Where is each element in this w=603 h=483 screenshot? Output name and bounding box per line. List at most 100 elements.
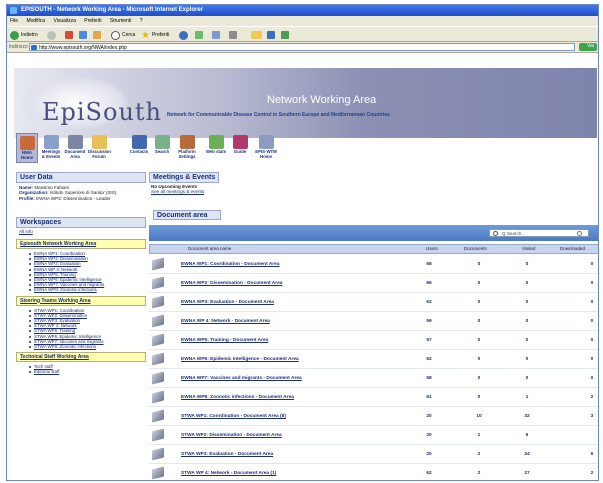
document-area-link[interactable]: EWNA WP 4: Network - Document Area xyxy=(181,319,270,324)
document-table-header: Document area name Users Documents Visit… xyxy=(149,244,598,254)
document-area-link[interactable]: EWNA WP3: Evaluation - Document Area xyxy=(181,300,274,305)
users-count: 20 xyxy=(426,433,432,438)
workspaces-heading: Workspaces xyxy=(16,216,146,228)
document-folder-icon xyxy=(152,314,164,328)
documents-count: 10 xyxy=(476,414,482,419)
downloaded-count: 6 xyxy=(590,452,594,457)
users-count: 20 xyxy=(426,414,432,419)
tool-button-2[interactable] xyxy=(267,30,275,40)
nav-platform-settings[interactable]: Platform Settings xyxy=(176,133,198,163)
tool-button-3[interactable] xyxy=(281,30,289,40)
document-folder-icon xyxy=(152,333,164,347)
forward-button[interactable] xyxy=(47,30,56,40)
search-placeholder: Q Search... xyxy=(502,231,526,236)
document-area-link[interactable]: EWNA WP8: Zoonotic infections - Document… xyxy=(181,395,294,400)
web-page: EpiSouth Network Working Area Network fo… xyxy=(7,54,598,480)
document-area-link[interactable]: EWNA WP7: Vaccines and migrants - Docume… xyxy=(181,376,302,381)
table-row: EWNA WP8: Zoonotic infections - Document… xyxy=(149,389,598,407)
group-episouth-network[interactable]: Episouth Network Working Area xyxy=(16,238,146,249)
see-all-meetings-link[interactable]: See all meetings & events xyxy=(151,189,204,194)
document-area-link[interactable]: STWA WP 4: Network - Document Area (1) xyxy=(181,471,276,476)
documents-count: 1 xyxy=(477,433,481,438)
menu-modifica[interactable]: Modifica xyxy=(26,18,45,24)
go-button[interactable]: Vai xyxy=(579,43,597,51)
history-icon xyxy=(195,31,203,39)
history-button[interactable] xyxy=(195,30,203,40)
stop-button[interactable] xyxy=(65,30,73,40)
document-area-link[interactable]: STWA WP2: Dissemination - Document Area xyxy=(181,433,282,438)
print-button[interactable] xyxy=(229,30,237,40)
nav-meetings-events[interactable]: Meetings & Events xyxy=(40,133,62,163)
nav-document-area[interactable]: Document Area xyxy=(64,133,86,163)
document-area-link[interactable]: STWA WP3: Evaluation - Document Area xyxy=(181,452,273,457)
clear-search-icon[interactable] xyxy=(577,231,582,236)
downloaded-count: 0 xyxy=(590,300,594,305)
users-count: 66 xyxy=(426,281,432,286)
users-count: 58 xyxy=(426,376,432,381)
nav-label: Web stats xyxy=(205,149,227,154)
search-label: Cerca xyxy=(122,32,136,38)
back-arrow-icon xyxy=(10,30,19,40)
visited-count: 0 xyxy=(525,338,529,343)
back-label: Indietro xyxy=(21,32,38,38)
media-button[interactable] xyxy=(179,30,188,40)
stats-icon xyxy=(208,135,224,149)
back-button[interactable]: Indietro xyxy=(10,30,38,40)
group-technical-staff[interactable]: Technical Staff Working Area xyxy=(16,352,146,363)
mail-button[interactable] xyxy=(212,30,220,40)
downloaded-count: 2 xyxy=(590,471,594,476)
users-count: 20 xyxy=(426,452,432,457)
menu-strumenti[interactable]: Strumenti xyxy=(110,18,131,24)
refresh-button[interactable] xyxy=(79,30,87,40)
folder-button[interactable] xyxy=(251,30,262,40)
nav-search[interactable]: Search xyxy=(151,133,173,163)
col-document-area-name[interactable]: Document area name xyxy=(188,246,231,251)
col-documents[interactable]: Documents xyxy=(464,246,487,251)
document-area-link[interactable]: EWNA WP5: Training - Document Area xyxy=(181,338,268,343)
search-button[interactable]: Cerca xyxy=(111,30,135,40)
col-users[interactable]: Users xyxy=(426,246,438,251)
menu-help[interactable]: ? xyxy=(140,18,143,24)
visited-count: 0 xyxy=(525,281,529,286)
go-label: Vai xyxy=(587,43,594,49)
nav-label: Guide xyxy=(233,149,247,154)
workspace-link[interactable]: EWNA WP8: Zoonotic infections xyxy=(29,287,146,292)
star-icon: ★ xyxy=(141,29,150,41)
all-info-link[interactable]: All info xyxy=(16,228,146,235)
nav-web-stats[interactable]: Web stats xyxy=(205,133,227,163)
document-folder-icon xyxy=(152,352,164,366)
document-area-link[interactable]: EWNA WP1: Coordination - Document Area xyxy=(181,262,280,267)
visited-count: 0 xyxy=(525,262,529,267)
downloaded-count: 0 xyxy=(590,338,594,343)
meetings-info: No Upcoming Events See all meetings & ev… xyxy=(149,183,598,196)
menu-visualizza[interactable]: Visualizza xyxy=(53,18,75,24)
menu-file[interactable]: File xyxy=(10,18,18,24)
document-search-input[interactable]: Q Search... xyxy=(489,229,589,237)
home-button[interactable] xyxy=(93,30,101,40)
meetings-icon xyxy=(43,135,59,149)
users-count: 61 xyxy=(426,395,432,400)
nav-discussion-forum[interactable]: Discussion Forum xyxy=(88,133,111,163)
col-visited[interactable]: Visited xyxy=(522,246,535,251)
visited-count: 24 xyxy=(524,452,530,457)
favorites-button[interactable]: ★ Preferiti xyxy=(141,29,169,41)
document-folder-icon xyxy=(152,466,164,480)
workspace-link[interactable]: STWA WP8: Zoonotic infections xyxy=(29,344,146,349)
nav-nwa-home[interactable]: NWA Home xyxy=(16,133,38,163)
media-icon xyxy=(179,30,188,40)
nav-epis-wtm-home[interactable]: EPIS-WTM Home xyxy=(253,133,279,163)
document-area-link[interactable]: EWNA WP6: Epidemic Intelligence - Docume… xyxy=(181,357,299,362)
menu-preferiti[interactable]: Preferiti xyxy=(84,18,101,24)
nav-label: EPIS-WTM Home xyxy=(255,149,277,159)
col-downloaded[interactable]: Downloaded xyxy=(560,246,585,251)
forward-arrow-icon xyxy=(47,30,56,40)
group-steering-teams[interactable]: Steering Teams Working Area xyxy=(16,295,146,306)
document-area-link[interactable]: EWNA WP2: Dissemination - Document Area xyxy=(181,281,282,286)
nav-contacts[interactable]: Contacts xyxy=(128,133,150,163)
nav-guide[interactable]: Guide xyxy=(229,133,251,163)
workspace-link[interactable]: Editorial staff xyxy=(29,369,146,374)
ie-icon xyxy=(10,7,17,14)
document-area-link[interactable]: STWA WP1: Coordination - Document Area (… xyxy=(181,414,286,419)
episouth-logo[interactable]: EpiSouth xyxy=(42,98,162,126)
url-input[interactable]: http://www.episouth.org/NWA/index.php xyxy=(29,43,575,51)
